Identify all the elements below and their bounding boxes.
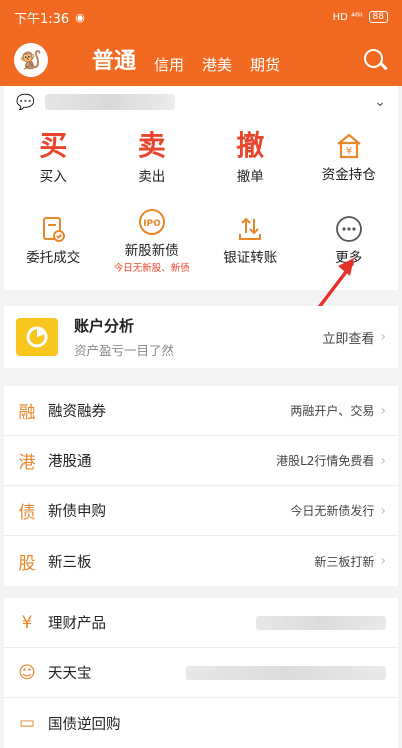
list-item-margin-trading[interactable]: 融 融资融券 两融开户、交易 ›: [4, 386, 398, 436]
signal-icon: HD ⁴⁶ᴵˡ: [332, 11, 363, 23]
transfer-arrows-icon: [235, 214, 265, 244]
list-item-label: 新三板: [48, 554, 92, 571]
cancel-order-button[interactable]: 撤 撤单: [201, 118, 300, 196]
chevron-right-icon: ›: [380, 402, 386, 419]
money-bag-icon: ¥: [21, 612, 33, 633]
list-item-hint-text: 港股L2行情免费看: [276, 454, 375, 468]
view-now-label: 立即查看: [322, 331, 375, 347]
list-item-label: 国债逆回购: [48, 716, 121, 733]
notification-icon: ◉: [75, 10, 85, 24]
new-stock-bond-button[interactable]: IPO 新股新债 今日无新股、新债: [103, 196, 202, 284]
list-item-hint-text: 今日无新债发行: [290, 504, 375, 518]
sell-label: 卖出: [138, 169, 166, 185]
sell-char-icon: 卖: [137, 129, 166, 162]
list-item-hint: 港股L2行情免费看 ›: [276, 452, 386, 469]
orders-deals-label: 委托成交: [26, 250, 81, 266]
hk-icon: 港: [18, 453, 36, 473]
blurred-hint: [256, 615, 386, 630]
list-item-tiantianbao[interactable]: ☺ 天天宝: [4, 648, 398, 698]
tab-hk-us[interactable]: 港美: [202, 54, 232, 77]
list-item-label: 天天宝: [48, 666, 92, 682]
list-item-hint: [256, 615, 386, 630]
funds-positions-label: 资金持仓: [321, 167, 376, 183]
list-item-label: 港股通: [48, 454, 92, 470]
tab-credit[interactable]: 信用: [154, 54, 184, 77]
tab-normal[interactable]: 普通: [92, 43, 136, 77]
notice-bar[interactable]: 💬 ⌄: [4, 86, 398, 118]
blurred-hint: [186, 665, 386, 680]
list-item-hint-text: 新三板打新: [314, 554, 375, 569]
ipo-icon: IPO: [137, 207, 167, 237]
margin-icon: 融: [18, 403, 36, 423]
list-item-hint: 新三板打新 ›: [314, 553, 386, 570]
document-check-icon: [38, 214, 68, 244]
header: 🐒 普通 信用 港美 期货: [0, 34, 402, 86]
avatar[interactable]: 🐒: [14, 43, 48, 77]
chevron-down-icon[interactable]: ⌄: [374, 94, 386, 110]
no-ipo-today-note: 今日无新股、新债: [113, 262, 190, 274]
stock-icon: 股: [18, 553, 36, 574]
cancel-char-icon: 撤: [236, 129, 265, 162]
pie-chart-icon: [16, 318, 58, 356]
chevron-right-icon: ›: [380, 553, 386, 569]
status-bar: 下午1:36 ◉ HD ⁴⁶ᴵˡ 88: [0, 0, 402, 34]
more-dots-icon: [334, 214, 364, 244]
cancel-order-label: 撤单: [236, 169, 264, 185]
notice-text-blurred: [44, 94, 175, 110]
view-now-link[interactable]: 立即查看 ›: [322, 328, 386, 347]
battery-icon: 88: [368, 11, 388, 23]
services-list: 融 融资融券 两融开户、交易 › 港 港股通 港股L2行情免费看 › 债 新债申购 …: [4, 386, 398, 586]
analysis-text: 账户分析 资产盈亏一目了然: [74, 315, 174, 359]
monkey-avatar-icon: 🐒: [19, 49, 43, 71]
status-time: 下午1:36: [14, 11, 70, 27]
chevron-right-icon: ›: [380, 329, 386, 345]
chevron-right-icon: ›: [380, 452, 386, 469]
list-item-hk-connect[interactable]: 港 港股通 港股L2行情免费看 ›: [4, 436, 398, 486]
ticket-icon: ▭: [18, 713, 36, 733]
list-item-hint: 两融开户、交易 ›: [290, 402, 386, 419]
orders-deals-button[interactable]: 委托成交: [4, 196, 103, 284]
list-item-hint: [186, 665, 386, 680]
list-item-label: 理财产品: [48, 616, 106, 632]
search-icon[interactable]: [362, 47, 388, 73]
finance-list: ¥ 理财产品 ☺ 天天宝 ▭ 国债逆回购: [4, 598, 398, 748]
list-item-new-bond[interactable]: 债 新债申购 今日无新债发行 ›: [4, 486, 398, 536]
buy-label: 买入: [39, 169, 67, 185]
funds-positions-button[interactable]: ¥ 资金持仓: [300, 118, 399, 196]
buy-char-icon: 买: [39, 129, 68, 162]
list-item-wealth-products[interactable]: ¥ 理财产品: [4, 598, 398, 648]
analysis-title: 账户分析: [74, 317, 135, 335]
svg-text:¥: ¥: [346, 146, 352, 157]
list-item-reverse-repo[interactable]: ▭ 国债逆回购: [4, 698, 398, 748]
bond-icon: 债: [18, 503, 36, 523]
status-right: HD ⁴⁶ᴵˡ 88: [333, 11, 388, 23]
buy-button[interactable]: 买 买入: [4, 118, 103, 196]
smile-icon: ☺: [18, 662, 36, 683]
message-bubble-icon: 💬: [16, 93, 35, 111]
new-stock-bond-label: 新股新债: [124, 242, 179, 259]
list-item-neeq[interactable]: 股 新三板 新三板打新 ›: [4, 536, 398, 586]
analysis-subtitle: 资产盈亏一目了然: [74, 343, 175, 358]
grid-row-trade: 买 买入 卖 卖出 撤 撤单 ¥ 资金持仓: [4, 118, 398, 196]
tab-futures[interactable]: 期货: [250, 54, 280, 77]
house-yen-icon: ¥: [334, 131, 364, 161]
list-item-hint: 今日无新债发行 ›: [290, 502, 386, 519]
account-type-tabs: 普通 信用 港美 期货: [92, 43, 280, 77]
sell-button[interactable]: 卖 卖出: [103, 118, 202, 196]
chevron-right-icon: ›: [380, 502, 386, 519]
svg-text:IPO: IPO: [143, 219, 161, 229]
account-analysis-card[interactable]: 账户分析 资产盈亏一目了然 立即查看 ›: [4, 306, 398, 368]
list-item-label: 融资融券: [48, 404, 106, 420]
list-item-hint-text: 两融开户、交易: [290, 404, 375, 418]
list-item-label: 新债申购: [48, 504, 106, 520]
